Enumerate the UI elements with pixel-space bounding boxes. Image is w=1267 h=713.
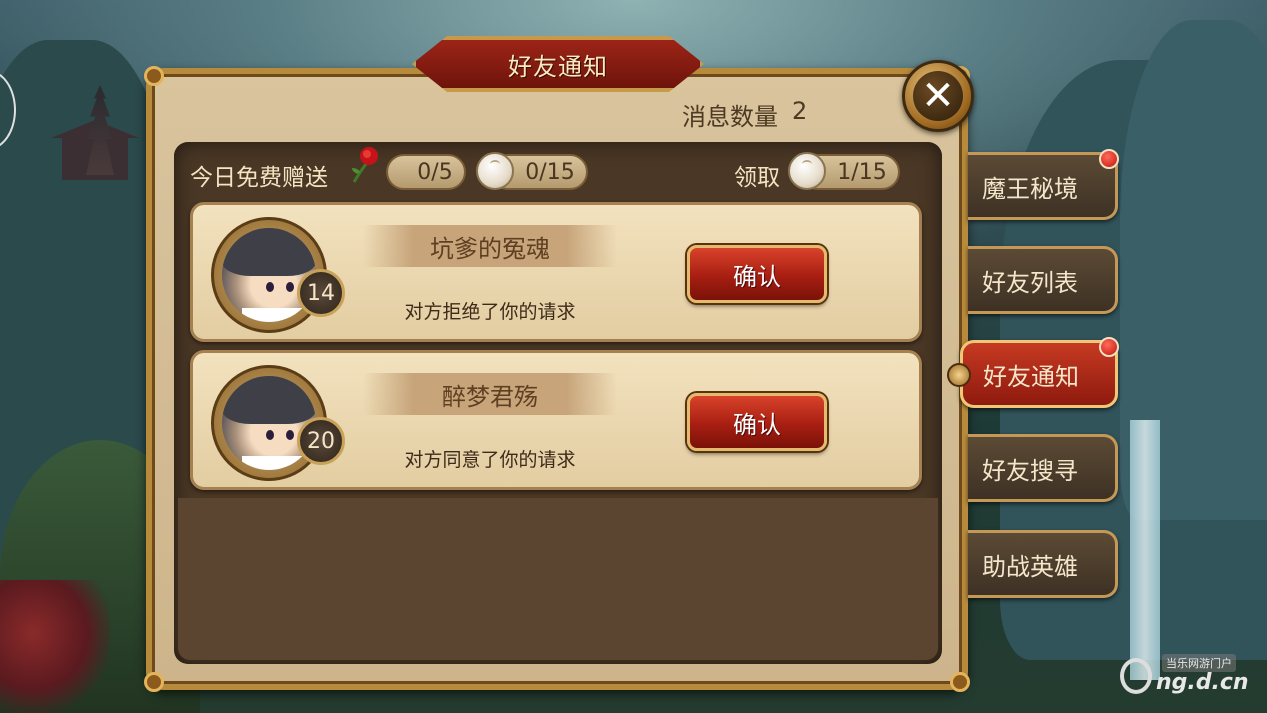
tab-friend-notifications[interactable]: 好友通知: [947, 337, 1119, 408]
bun-claim-count: 1/15: [837, 159, 887, 185]
confirm-button[interactable]: 确认: [687, 245, 827, 303]
notification-card: 14 坑爹的冤魂 对方拒绝了你的请求 确认: [190, 202, 922, 342]
tab-friend-list[interactable]: 好友列表: [968, 246, 1118, 314]
tab-demon-realm[interactable]: 魔王秘境: [968, 149, 1119, 220]
tab-label: 好友搜寻: [982, 456, 1078, 485]
panel-title: 好友通知: [508, 52, 608, 81]
message-count-value: 2: [792, 97, 808, 125]
notification-dot-icon: [1099, 149, 1119, 169]
close-button[interactable]: ✕: [902, 60, 974, 132]
tab-label: 好友通知: [983, 362, 1079, 391]
corner-ornament: [144, 672, 164, 692]
close-icon: ✕: [913, 71, 963, 121]
tab-label: 助战英雄: [982, 552, 1078, 581]
tab-label: 好友列表: [982, 268, 1078, 297]
rose-icon: [352, 147, 378, 183]
rose-count-pill: 0/5: [386, 154, 466, 190]
tab-label: 魔王秘境: [982, 174, 1078, 203]
notification-dot-icon: [1099, 337, 1119, 357]
tab-friend-search[interactable]: 好友搜寻: [968, 434, 1118, 502]
watermark-logo-icon: [1120, 658, 1152, 694]
message-count-label: 消息数量: [682, 103, 778, 131]
tab-assist-heroes[interactable]: 助战英雄: [968, 530, 1118, 598]
confirm-button[interactable]: 确认: [687, 393, 827, 451]
request-status: 对方拒绝了你的请求: [404, 301, 576, 323]
request-status: 对方同意了你的请求: [404, 449, 576, 471]
site-watermark: 当乐网游门户 ng.d.cn: [1118, 650, 1249, 700]
message-count: 消息数量 2: [682, 97, 807, 132]
player-name: 醉梦君殇: [363, 373, 617, 415]
active-tab-indicator-icon: [947, 363, 971, 387]
free-gift-label: 今日免费赠送: [190, 165, 328, 191]
player-name: 坑爹的冤魂: [363, 225, 617, 267]
steamed-bun-icon: [476, 152, 514, 190]
waterfall: [1130, 420, 1160, 680]
corner-ornament: [144, 66, 164, 86]
title-plaque: 好友通知: [412, 36, 704, 92]
watermark-main: ng.d.cn: [1156, 670, 1249, 695]
rose-count: 0/5: [417, 159, 453, 185]
corner-ornament: [950, 672, 970, 692]
red-foliage: [0, 580, 110, 713]
list-empty-area: [178, 498, 938, 660]
claim-label: 领取: [734, 165, 780, 191]
gift-bar: 今日免费赠送 0/5 0/15 领取 1/15: [190, 147, 910, 192]
level-badge: 20: [297, 417, 345, 465]
notification-card: 20 醉梦君殇 对方同意了你的请求 确认: [190, 350, 922, 490]
steamed-bun-icon: [788, 152, 826, 190]
bun-send-count: 0/15: [525, 159, 575, 185]
level-badge: 14: [297, 269, 345, 317]
